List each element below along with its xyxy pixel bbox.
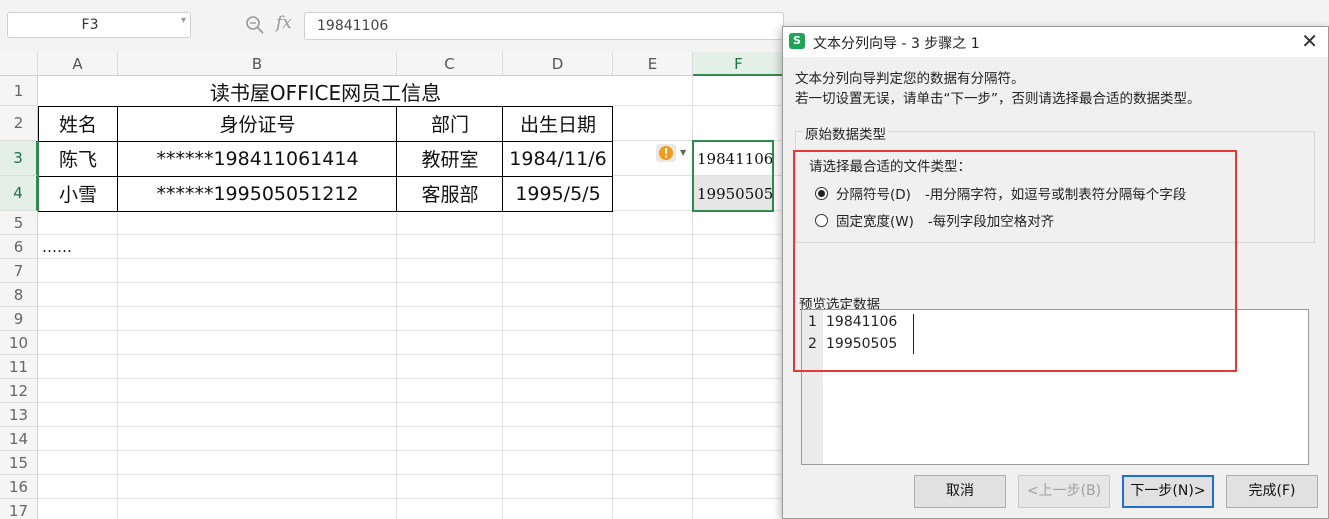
row-header-15[interactable]: 15 xyxy=(0,451,38,475)
table-header-cell[interactable]: 身份证号 xyxy=(118,106,397,141)
spreadsheet-grid[interactable]: A B C D E F 1 2 3 4 5 6 7 8 9 10 11 12 1… xyxy=(0,52,785,519)
row-header-3[interactable]: 3 xyxy=(0,141,38,176)
row-header-7[interactable]: 7 xyxy=(0,259,38,283)
next-button[interactable]: 下一步(N)> xyxy=(1122,475,1214,508)
grid-line xyxy=(38,426,785,427)
intro-text-line2: 若一切设置无误，请单击“下一步”，否则请选择最合适的数据类型。 xyxy=(795,91,1201,107)
name-box[interactable]: F3 ▾ xyxy=(7,12,191,38)
grid-line xyxy=(38,258,785,259)
table-cell[interactable]: ******198411061414 xyxy=(118,141,397,176)
chevron-down-icon[interactable]: ▼ xyxy=(680,148,686,157)
table-cell[interactable]: 客服部 xyxy=(397,176,503,211)
dialog-titlebar[interactable]: S 文本分列向导 - 3 步骤之 1 ✕ xyxy=(783,27,1328,57)
table-header-cell[interactable]: 姓名 xyxy=(38,106,118,141)
grid-line xyxy=(38,402,785,403)
row-header-2[interactable]: 2 xyxy=(0,106,38,141)
close-icon[interactable]: ✕ xyxy=(1301,29,1318,53)
row-header-17[interactable]: 17 xyxy=(0,499,38,519)
col-header-e[interactable]: E xyxy=(613,52,693,76)
formula-input[interactable]: 19841106 xyxy=(304,12,784,40)
ellipsis-cell[interactable]: …… xyxy=(38,235,118,259)
grid-line xyxy=(38,450,785,451)
warning-icon[interactable] xyxy=(656,144,676,162)
name-box-value: F3 xyxy=(81,17,99,33)
col-header-a[interactable]: A xyxy=(38,52,118,76)
table-cell[interactable]: ******199505051212 xyxy=(118,176,397,211)
fx-icon[interactable]: fx xyxy=(276,13,292,33)
table-cell[interactable]: 小雪 xyxy=(38,176,118,211)
grid-line xyxy=(38,330,785,331)
row-header-11[interactable]: 11 xyxy=(0,355,38,379)
row-header-10[interactable]: 10 xyxy=(0,331,38,355)
group-label: 原始数据类型 xyxy=(803,123,888,143)
col-header-f[interactable]: F xyxy=(693,52,785,76)
app-logo-icon: S xyxy=(789,33,805,49)
highlight-annotation-box xyxy=(793,150,1237,372)
row-header-4[interactable]: 4 xyxy=(0,176,38,211)
grid-line xyxy=(38,282,785,283)
chevron-down-icon[interactable]: ▾ xyxy=(181,15,186,26)
finish-button[interactable]: 完成(F) xyxy=(1226,475,1318,508)
selection-box xyxy=(692,140,774,212)
grid-line xyxy=(38,474,785,475)
table-cell[interactable]: 1995/5/5 xyxy=(503,176,613,211)
table-cell[interactable]: 陈飞 xyxy=(38,141,118,176)
back-button[interactable]: <上一步(B) xyxy=(1018,475,1110,508)
dialog-title: 文本分列向导 - 3 步骤之 1 xyxy=(813,36,980,52)
grid-line xyxy=(38,378,785,379)
row-header-14[interactable]: 14 xyxy=(0,427,38,451)
grid-line xyxy=(38,354,785,355)
zoom-icon[interactable] xyxy=(245,15,265,39)
row-header-6[interactable]: 6 xyxy=(0,235,38,259)
row-header-13[interactable]: 13 xyxy=(0,403,38,427)
row-header-5[interactable]: 5 xyxy=(0,211,38,235)
row-selection-indicator xyxy=(37,141,39,211)
row-header-8[interactable]: 8 xyxy=(0,283,38,307)
row-header-12[interactable]: 12 xyxy=(0,379,38,403)
grid-line xyxy=(38,498,785,499)
intro-text-line1: 文本分列向导判定您的数据有分隔符。 xyxy=(795,71,1025,87)
col-header-b[interactable]: B xyxy=(118,52,397,76)
sheet-title-cell[interactable]: 读书屋OFFICE网员工信息 xyxy=(38,76,613,106)
col-header-c[interactable]: C xyxy=(397,52,503,76)
table-header-cell[interactable]: 部门 xyxy=(397,106,503,141)
row-header-9[interactable]: 9 xyxy=(0,307,38,331)
grid-line xyxy=(38,306,785,307)
row-header-16[interactable]: 16 xyxy=(0,475,38,499)
select-all-corner[interactable] xyxy=(0,52,38,76)
row-header-1[interactable]: 1 xyxy=(0,76,38,106)
col-header-d[interactable]: D xyxy=(503,52,613,76)
table-header-cell[interactable]: 出生日期 xyxy=(503,106,613,141)
grid-line xyxy=(38,234,785,235)
text-to-columns-dialog: S 文本分列向导 - 3 步骤之 1 ✕ 文本分列向导判定您的数据有分隔符。 若… xyxy=(782,26,1329,519)
table-cell[interactable]: 1984/11/6 xyxy=(503,141,613,176)
cancel-button[interactable]: 取消 xyxy=(914,475,1006,508)
table-cell[interactable]: 教研室 xyxy=(397,141,503,176)
